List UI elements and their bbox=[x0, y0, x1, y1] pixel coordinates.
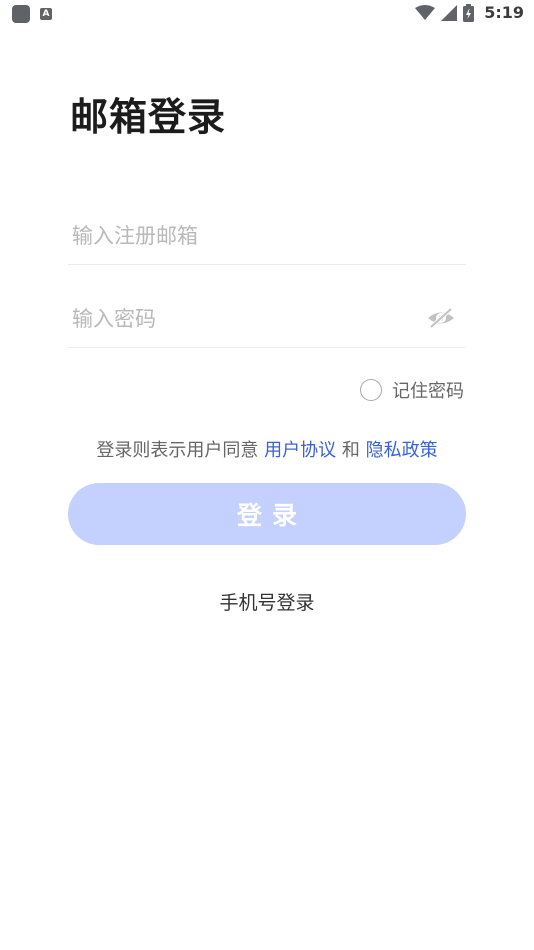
password-field-container bbox=[68, 291, 466, 348]
wifi-icon bbox=[415, 4, 436, 20]
login-button[interactable]: 登录 bbox=[68, 483, 466, 545]
notification-app-icon bbox=[12, 5, 30, 23]
eye-hidden-icon[interactable] bbox=[426, 306, 456, 330]
agreement-and: 和 bbox=[341, 440, 360, 461]
email-field-container bbox=[68, 208, 466, 265]
remember-password-option[interactable]: 记住密码 bbox=[360, 377, 464, 403]
phone-login-link[interactable]: 手机号登录 bbox=[0, 588, 534, 615]
battery-icon bbox=[463, 3, 475, 22]
clock-time: 5:19 bbox=[484, 3, 524, 22]
status-bar-right: 5:19 bbox=[415, 3, 524, 22]
cellular-signal-icon bbox=[441, 4, 458, 21]
status-bar: A 5:19 bbox=[0, 0, 534, 28]
password-input[interactable] bbox=[72, 299, 412, 339]
notification-a-icon: A bbox=[40, 8, 52, 20]
agreement-prefix: 登录则表示用户同意 bbox=[96, 440, 259, 461]
page-title: 邮箱登录 bbox=[70, 95, 227, 139]
status-bar-left: A bbox=[12, 5, 52, 23]
email-input[interactable] bbox=[72, 216, 412, 256]
remember-password-label: 记住密码 bbox=[392, 381, 464, 402]
agreement-text: 登录则表示用户同意 用户协议 和 隐私政策 bbox=[0, 436, 534, 462]
privacy-policy-link[interactable]: 隐私政策 bbox=[366, 440, 438, 461]
user-agreement-link[interactable]: 用户协议 bbox=[264, 440, 336, 461]
remember-password-radio[interactable] bbox=[360, 379, 382, 401]
